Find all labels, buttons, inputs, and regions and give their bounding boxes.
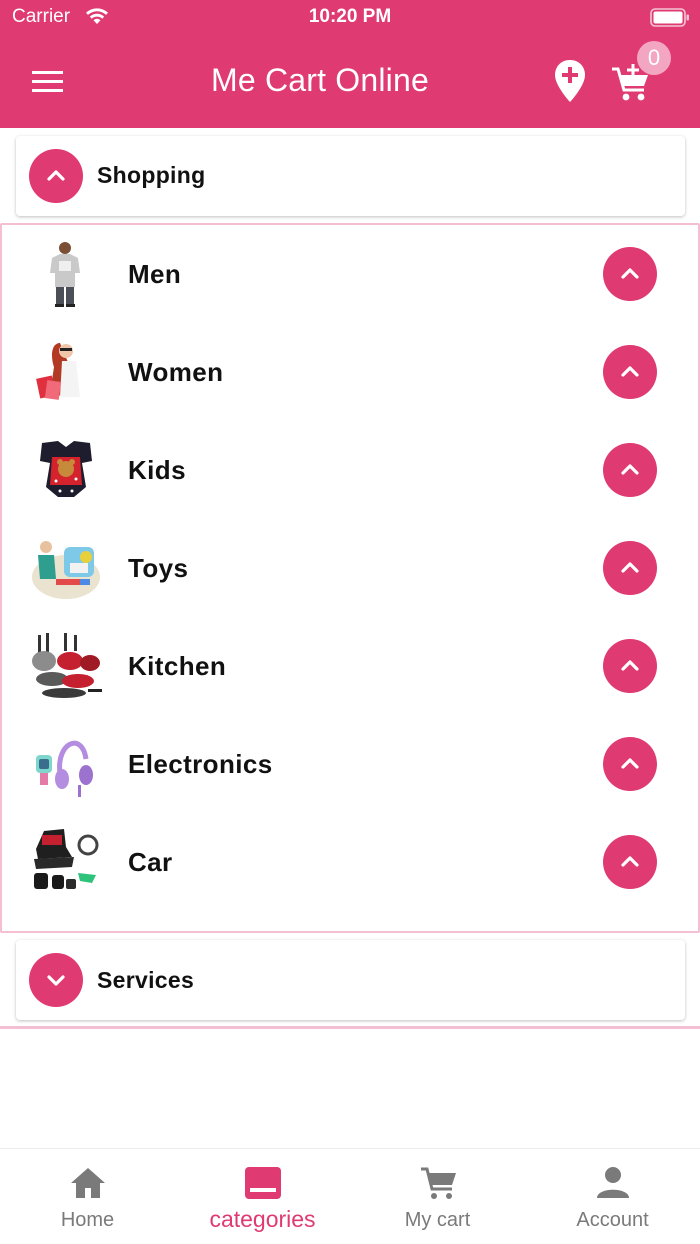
shopping-section-header[interactable]: Shopping: [16, 136, 685, 216]
nav-home[interactable]: Home: [0, 1149, 175, 1244]
chevron-up-icon: [621, 366, 639, 377]
headphones-thumb: [36, 740, 93, 797]
nav-categories[interactable]: categories: [175, 1149, 350, 1244]
chevron-up-icon: [621, 464, 639, 475]
category-item-kitchen[interactable]: Kitchen: [2, 617, 698, 715]
nav-label: Home: [60, 1209, 115, 1231]
shopping-collapse-button[interactable]: [29, 149, 83, 203]
chevron-up-icon: [621, 660, 639, 671]
kids-expand-button[interactable]: [603, 443, 657, 497]
category-item-car[interactable]: Car: [2, 813, 698, 911]
section-divider: [0, 1026, 700, 1029]
status-bar: Carrier 10:20 PM: [0, 0, 700, 36]
app-bar: Carrier 10:20 PM Me Cart Online 0: [0, 0, 700, 128]
chevron-up-icon: [47, 170, 65, 181]
women-shopping-thumb: [36, 343, 80, 400]
shopping-category-list: Men Women Kids Toys Kitchen Electronics …: [0, 223, 700, 933]
car-seat-thumb: [34, 829, 99, 889]
chevron-up-icon: [621, 562, 639, 573]
category-label: Electronics: [128, 749, 273, 779]
kids-outfit-thumb: [40, 441, 92, 497]
account-icon: [596, 1167, 629, 1198]
category-item-toys[interactable]: Toys: [2, 519, 698, 617]
services-section-header[interactable]: Services: [16, 940, 685, 1020]
cart-count-badge: 0: [637, 41, 671, 75]
chevron-up-icon: [621, 268, 639, 279]
category-label: Men: [128, 259, 182, 289]
toys-playset-thumb: [32, 541, 100, 599]
app-screen: Carrier 10:20 PM Me Cart Online 0 Shoppi…: [0, 0, 700, 1244]
nav-my-cart[interactable]: My cart: [350, 1149, 525, 1244]
nav-account[interactable]: Account: [525, 1149, 700, 1244]
nav-label: My cart: [404, 1209, 471, 1231]
category-label: Women: [128, 357, 224, 387]
category-item-women[interactable]: Women: [2, 323, 698, 421]
cart-icon: [420, 1167, 456, 1199]
chevron-up-icon: [621, 856, 639, 867]
home-icon: [70, 1168, 105, 1198]
category-label: Toys: [128, 553, 189, 583]
category-item-kids[interactable]: Kids: [2, 421, 698, 519]
women-expand-button[interactable]: [603, 345, 657, 399]
section-title: Services: [97, 967, 195, 993]
category-item-men[interactable]: Men: [2, 225, 698, 323]
cookware-set-thumb: [32, 633, 102, 698]
category-label: Kitchen: [128, 651, 227, 681]
kitchen-expand-button[interactable]: [603, 639, 657, 693]
toys-expand-button[interactable]: [603, 541, 657, 595]
add-location-icon[interactable]: [552, 58, 588, 104]
clock: 10:20 PM: [308, 6, 392, 27]
services-expand-button[interactable]: [29, 953, 83, 1007]
section-title: Shopping: [97, 162, 206, 188]
category-label: Car: [128, 847, 173, 877]
categories-icon: [244, 1167, 281, 1199]
men-tshirt-thumb: [50, 242, 80, 307]
battery-icon: [650, 8, 689, 27]
category-label: Kids: [128, 455, 186, 485]
category-item-electronics[interactable]: Electronics: [2, 715, 698, 813]
app-title: Me Cart Online: [211, 62, 429, 98]
bottom-navigation: Home categories My cart Account: [0, 1148, 700, 1244]
men-expand-button[interactable]: [603, 247, 657, 301]
car-expand-button[interactable]: [603, 835, 657, 889]
nav-label: categories: [209, 1206, 316, 1232]
electronics-expand-button[interactable]: [603, 737, 657, 791]
chevron-down-icon: [47, 975, 65, 986]
nav-label: Account: [576, 1209, 649, 1231]
chevron-up-icon: [621, 758, 639, 769]
